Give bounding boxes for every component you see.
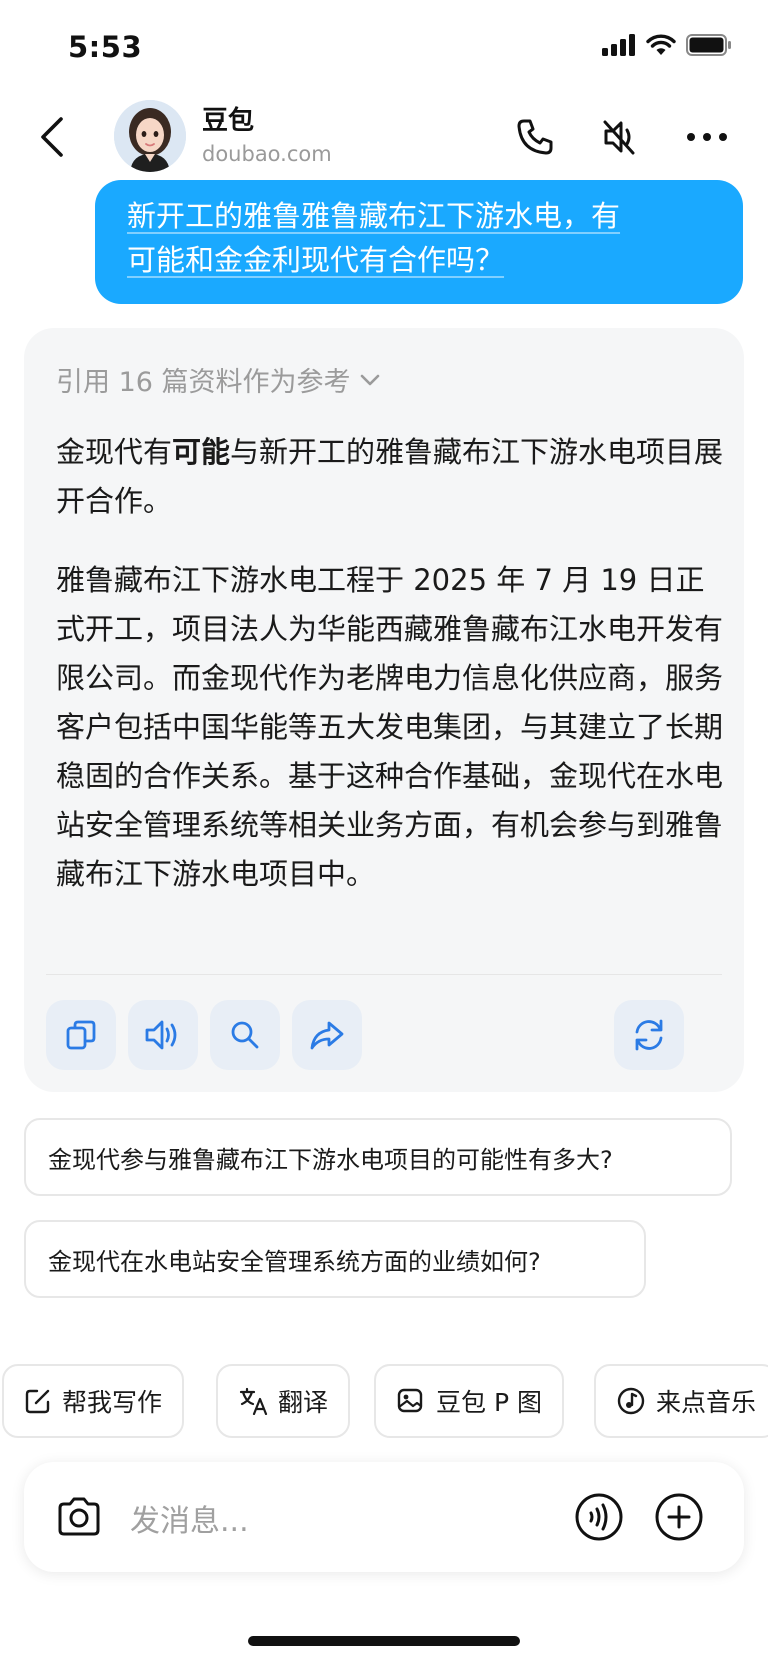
suggestion-text-1: 金现代参与雅鲁藏布江下游水电项目的可能性有多大? bbox=[48, 1145, 613, 1174]
chat-screen: 5:53 豆包 doubao.com 新开工的雅鲁雅鲁藏布江下游水电，有 可能和… bbox=[0, 0, 768, 1663]
music-icon bbox=[617, 1387, 645, 1415]
card-divider bbox=[46, 974, 722, 975]
read-aloud-button[interactable] bbox=[128, 1000, 198, 1070]
user-message-line-2: 可能和金金利现代有合作吗？ bbox=[127, 243, 505, 277]
phone-icon bbox=[517, 119, 553, 155]
user-message-bubble[interactable]: 新开工的雅鲁雅鲁藏布江下游水电，有 可能和金金利现代有合作吗？ bbox=[95, 180, 743, 304]
home-indicator bbox=[248, 1636, 520, 1646]
user-message-text: 新开工的雅鲁雅鲁藏布江下游水电，有 可能和金金利现代有合作吗？ bbox=[127, 194, 711, 282]
mute-button[interactable] bbox=[594, 112, 644, 162]
translate-icon bbox=[239, 1387, 268, 1415]
speaker-muted-icon bbox=[603, 120, 635, 155]
shortcut-writing-label: 帮我写作 bbox=[62, 1388, 163, 1417]
voice-wave-icon bbox=[575, 1493, 623, 1541]
copy-icon bbox=[66, 1020, 96, 1050]
bot-domain: doubao.com bbox=[202, 142, 332, 166]
suggestion-chip-1[interactable]: 金现代参与雅鲁藏布江下游水电项目的可能性有多大? bbox=[24, 1118, 732, 1196]
answer-paragraph-1: 金现代有可能与新开工的雅鲁藏布江下游水电项目展开合作。 bbox=[56, 428, 724, 526]
more-button[interactable] bbox=[682, 112, 732, 162]
share-button[interactable] bbox=[292, 1000, 362, 1070]
search-button[interactable] bbox=[210, 1000, 280, 1070]
wifi-icon bbox=[646, 34, 676, 60]
status-icons bbox=[602, 34, 732, 60]
back-icon bbox=[41, 117, 63, 157]
answer-p1-bold: 可能 bbox=[172, 435, 231, 469]
regenerate-button[interactable] bbox=[614, 1000, 684, 1070]
cellular-signal-icon bbox=[602, 34, 636, 60]
edit-icon bbox=[25, 1389, 50, 1414]
bot-message-card: 引用 16 篇资料作为参考 金现代有可能与新开工的雅鲁藏布江下游水电项目展开合作… bbox=[24, 328, 744, 1092]
shortcut-translate[interactable]: 翻译 bbox=[216, 1364, 351, 1438]
suggestion-chip-2[interactable]: 金现代在水电站安全管理系统方面的业绩如何? bbox=[24, 1220, 646, 1298]
shortcut-image-edit-label: 豆包 P 图 bbox=[436, 1388, 542, 1417]
copy-button[interactable] bbox=[46, 1000, 116, 1070]
more-icon bbox=[687, 133, 727, 141]
references-label: 引用 16 篇资料作为参考 bbox=[56, 367, 351, 398]
shortcut-image-edit[interactable]: 豆包 P 图 bbox=[374, 1364, 564, 1438]
status-time: 5:53 bbox=[68, 30, 143, 64]
regenerate-icon bbox=[635, 1019, 663, 1051]
camera-button[interactable] bbox=[52, 1490, 106, 1544]
status-bar: 5:53 bbox=[0, 0, 768, 90]
bot-name: 豆包 bbox=[202, 106, 255, 136]
answer-p1-part1: 金现代有 bbox=[56, 435, 173, 469]
camera-icon bbox=[58, 1497, 100, 1536]
back-button[interactable] bbox=[30, 112, 74, 162]
search-icon bbox=[231, 1021, 259, 1049]
bot-answer: 金现代有可能与新开工的雅鲁藏布江下游水电项目展开合作。 雅鲁藏布江下游水电工程于… bbox=[56, 428, 724, 929]
shortcut-writing[interactable]: 帮我写作 bbox=[2, 1364, 185, 1438]
plus-circle-icon bbox=[655, 1493, 703, 1541]
share-icon bbox=[310, 1021, 344, 1050]
add-button[interactable] bbox=[652, 1490, 706, 1544]
message-input-bar: 发消息... bbox=[24, 1462, 744, 1572]
speaker-icon bbox=[145, 1020, 177, 1050]
shortcut-row: 帮我写作 翻译 豆包 P 图 来点音乐 bbox=[0, 1364, 768, 1438]
chevron-down-icon bbox=[360, 374, 379, 385]
references-toggle[interactable]: 引用 16 篇资料作为参考 bbox=[56, 360, 381, 399]
avatar[interactable] bbox=[114, 100, 186, 172]
message-input[interactable]: 发消息... bbox=[130, 1496, 249, 1540]
shortcut-music-label: 来点音乐 bbox=[656, 1388, 757, 1417]
call-button[interactable] bbox=[510, 112, 560, 162]
shortcut-translate-label: 翻译 bbox=[278, 1388, 329, 1417]
suggestion-text-2: 金现代在水电站安全管理系统方面的业绩如何? bbox=[48, 1247, 541, 1276]
battery-icon bbox=[686, 34, 732, 60]
shortcut-music[interactable]: 来点音乐 bbox=[594, 1364, 768, 1438]
user-message-line-1: 新开工的雅鲁雅鲁藏布江下游水电，有 bbox=[127, 199, 621, 233]
voice-button[interactable] bbox=[572, 1490, 626, 1544]
image-edit-icon bbox=[397, 1388, 423, 1413]
chat-header: 豆包 doubao.com bbox=[0, 92, 768, 184]
answer-paragraph-2: 雅鲁藏布江下游水电工程于 2025 年 7 月 19 日正式开工，项目法人为华能… bbox=[56, 563, 724, 891]
